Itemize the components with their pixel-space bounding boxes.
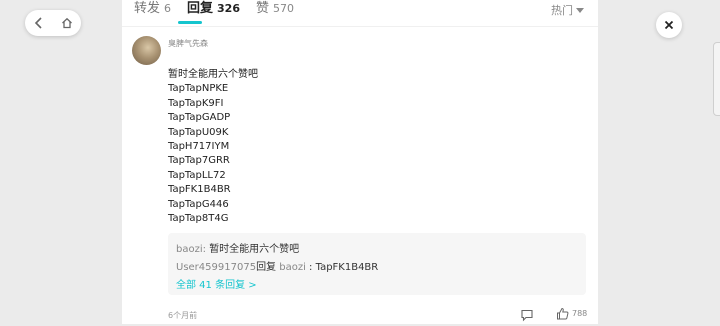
all-replies-link[interactable]: 全部 41 条回复 > xyxy=(176,280,257,291)
comment-line: TapFK1B4BR xyxy=(168,184,231,196)
tab-count: 570 xyxy=(273,2,295,15)
divider xyxy=(122,26,598,27)
reply-label: 回复 xyxy=(256,262,277,273)
reply-target[interactable]: baozi xyxy=(279,262,306,273)
reply-item[interactable]: baozi: 暂时全能用六个赞吧 xyxy=(176,240,299,255)
tab-bar: 转发 6 回复 326 赞 570 xyxy=(134,0,310,22)
comment-line: TapTapU09K xyxy=(168,126,229,138)
reply-item[interactable]: User459917075回复 baozi : TapFK1B4BR xyxy=(176,258,378,273)
comment-line: TapTapG446 xyxy=(168,198,229,210)
comment-timestamp: 6个月前 xyxy=(168,311,198,320)
reply-text: 暂时全能用六个赞吧 xyxy=(209,244,300,255)
reply-button[interactable] xyxy=(520,307,534,322)
sort-label: 热门 xyxy=(551,4,573,17)
home-button[interactable] xyxy=(56,12,78,34)
tab-likes[interactable]: 赞 570 xyxy=(256,0,294,18)
back-button[interactable] xyxy=(28,12,50,34)
caret-down-icon xyxy=(576,7,584,13)
comment-line: TapTapK9FI xyxy=(168,97,224,109)
home-icon xyxy=(62,17,72,29)
sort-dropdown[interactable]: 热门 xyxy=(551,2,584,18)
close-icon xyxy=(664,20,674,30)
reply-author[interactable]: User459917075 xyxy=(176,262,256,273)
chevron-left-icon xyxy=(34,17,42,29)
tab-reposts[interactable]: 转发 6 xyxy=(134,0,171,18)
comment-line: TapTapLL72 xyxy=(168,169,226,181)
active-tab-indicator xyxy=(178,21,202,24)
tab-count: 6 xyxy=(164,2,172,15)
tab-label: 转发 xyxy=(134,1,161,16)
comments-panel: 转发 6 回复 326 赞 570 热门 臭脾气先森 暂时全能用六个赞吧 Tap… xyxy=(122,0,598,324)
side-drawer-handle[interactable] xyxy=(713,42,720,116)
comment-line: 暂时全能用六个赞吧 xyxy=(168,69,258,80)
comment-body: 暂时全能用六个赞吧 TapTapNPKE TapTapK9FI TapTapGA… xyxy=(168,68,258,226)
comment-line: TapTapGADP xyxy=(168,112,231,124)
close-button[interactable] xyxy=(656,12,682,38)
avatar[interactable] xyxy=(132,36,161,65)
reply-preview-box: baozi: 暂时全能用六个赞吧 User459917075回复 baozi :… xyxy=(168,233,586,295)
thumbs-up-icon xyxy=(557,307,569,320)
reply-text: TapFK1B4BR xyxy=(315,262,379,273)
username[interactable]: 臭脾气先森 xyxy=(168,38,208,49)
like-button[interactable]: 788 xyxy=(556,307,587,320)
reply-author[interactable]: baozi xyxy=(176,244,203,255)
comment-line: TapTap8T4G xyxy=(168,213,229,225)
nav-pill xyxy=(25,10,81,36)
like-count: 788 xyxy=(572,309,588,318)
tab-label: 赞 xyxy=(256,1,270,16)
all-replies-link-row: 全部 41 条回复 > xyxy=(176,276,257,291)
reply-separator: : xyxy=(305,262,316,273)
comment-icon xyxy=(521,309,533,322)
tab-label: 回复 xyxy=(187,1,214,16)
comment-line: TapTap7GRR xyxy=(168,155,230,167)
comment-line: TapTapNPKE xyxy=(168,83,229,95)
comment-line: TapH717IYM xyxy=(168,141,230,153)
tab-count: 326 xyxy=(217,2,240,15)
tab-replies[interactable]: 回复 326 xyxy=(187,0,240,18)
